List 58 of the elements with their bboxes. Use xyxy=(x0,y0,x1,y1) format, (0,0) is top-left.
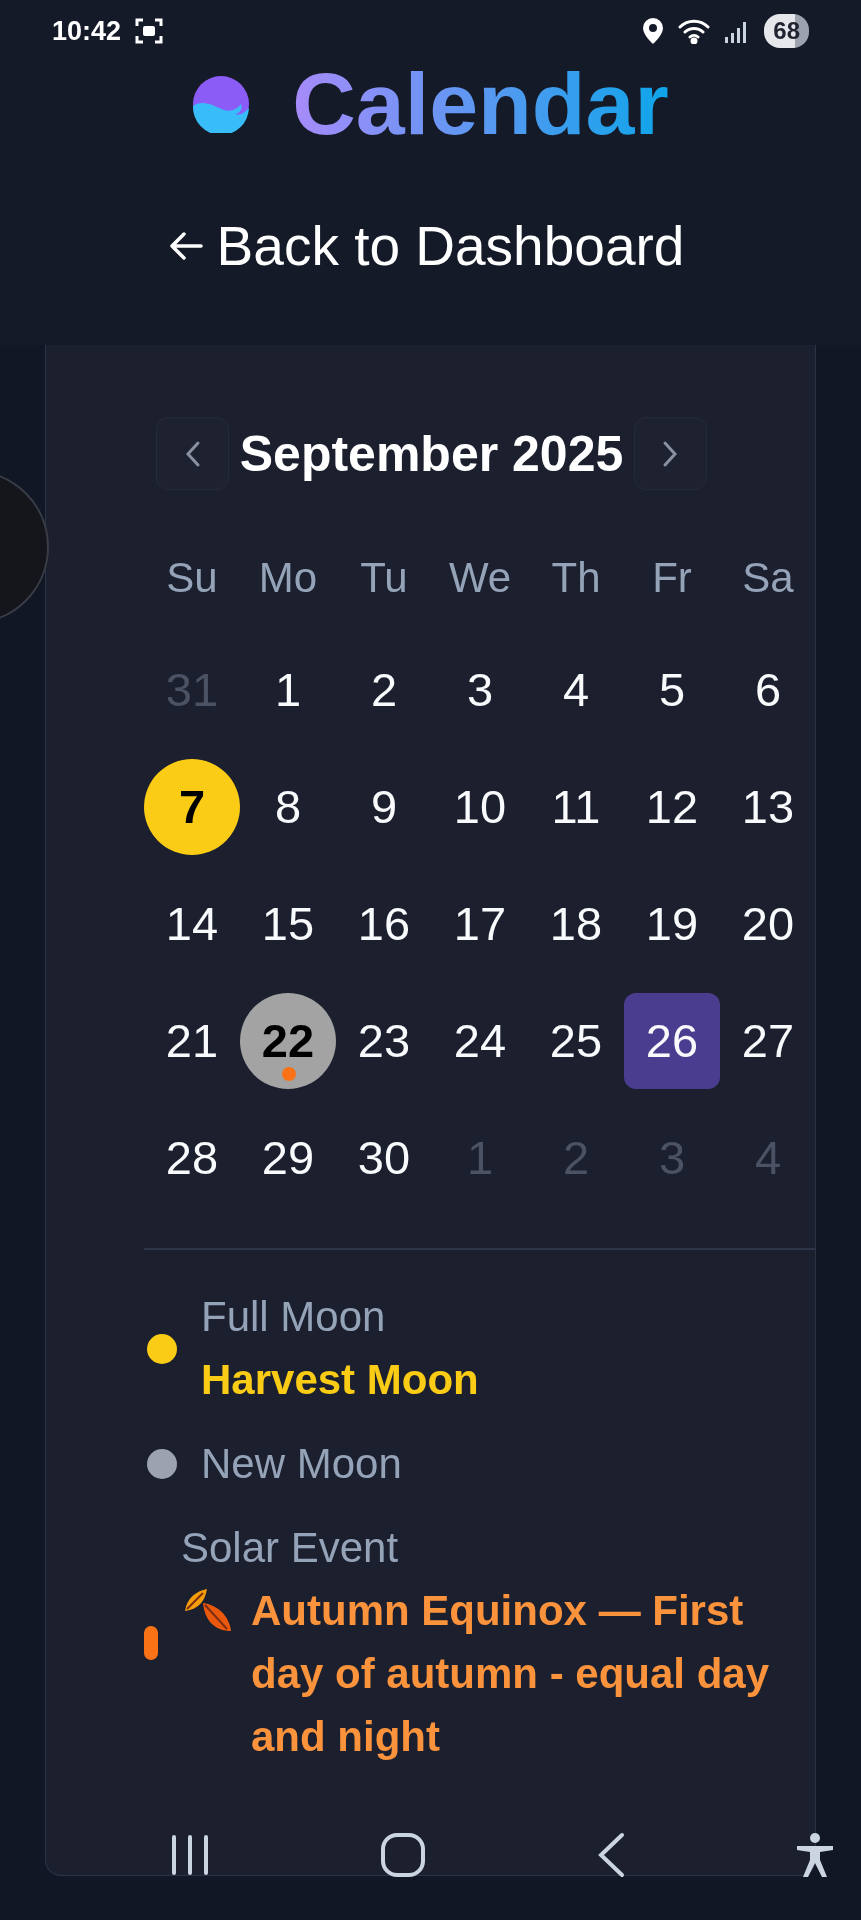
day-cell[interactable]: 13 xyxy=(720,758,816,855)
wifi-icon xyxy=(678,18,711,44)
home-icon[interactable] xyxy=(380,1832,427,1878)
day-cell[interactable]: 9 xyxy=(336,758,432,855)
back-link[interactable]: Back to Dashboard xyxy=(168,216,685,276)
weekday-label: Sa xyxy=(742,554,794,602)
chevron-right-icon xyxy=(662,439,679,468)
arrow-left-icon xyxy=(168,231,203,261)
weekday-label: We xyxy=(448,554,512,602)
day-cell[interactable]: 20 xyxy=(720,875,816,972)
day-cell[interactable]: 15 xyxy=(240,875,336,972)
weekday-label: Th xyxy=(551,554,601,602)
day-cell[interactable]: 1 xyxy=(240,641,336,738)
event-dot xyxy=(282,1066,296,1081)
location-icon xyxy=(642,17,665,45)
legend-label: Solar Event xyxy=(181,1523,400,1573)
day-cell[interactable]: 19 xyxy=(624,875,720,972)
status-time: 10:42 xyxy=(52,15,122,47)
day-cell[interactable]: 8 xyxy=(240,758,336,855)
back-icon[interactable] xyxy=(596,1832,625,1878)
day-cell[interactable]: 5 xyxy=(624,641,720,738)
day-cell[interactable]: 24 xyxy=(432,992,528,1089)
weekday-label: Su xyxy=(166,554,218,602)
weekday-label: Mo xyxy=(258,554,318,602)
day-cell[interactable]: 18 xyxy=(528,875,624,972)
day-cell[interactable]: 22 xyxy=(240,992,336,1089)
accessibility-icon[interactable] xyxy=(795,1832,835,1878)
day-cell[interactable]: 21 xyxy=(144,992,240,1089)
day-cell[interactable]: 28 xyxy=(144,1109,240,1206)
event-description: Autumn Equinox — First day of autumn - equal day and night xyxy=(251,1586,771,1762)
day-cell[interactable]: 23 xyxy=(336,992,432,1089)
day-cell[interactable]: 11 xyxy=(528,758,624,855)
day-cell[interactable]: 4 xyxy=(528,641,624,738)
day-cell[interactable]: 25 xyxy=(528,992,624,1089)
recent-apps-icon[interactable] xyxy=(170,1834,210,1876)
screenshot-icon xyxy=(135,17,164,45)
day-cell[interactable]: 16 xyxy=(336,875,432,972)
day-cell[interactable]: 7 xyxy=(144,758,240,855)
month-title: September 2025 xyxy=(239,424,624,483)
day-cell[interactable]: 17 xyxy=(432,875,528,972)
day-cell[interactable]: 26 xyxy=(624,992,720,1089)
battery-level: 68 xyxy=(764,14,809,48)
legend-label: Full Moon xyxy=(201,1292,387,1342)
wave-logo-icon xyxy=(192,75,251,133)
day-cell[interactable]: 3 xyxy=(432,641,528,738)
day-cell[interactable]: 27 xyxy=(720,992,816,1089)
weekday-label: Fr xyxy=(652,554,692,602)
chevron-left-icon xyxy=(184,439,201,468)
day-cell[interactable]: 29 xyxy=(240,1109,336,1206)
day-cell[interactable]: 6 xyxy=(720,641,816,738)
day-cell[interactable]: 14 xyxy=(144,875,240,972)
event-name: Harvest Moon xyxy=(201,1355,479,1405)
day-cell[interactable]: 30 xyxy=(336,1109,432,1206)
legend-label: New Moon xyxy=(201,1439,402,1489)
day-cell[interactable]: 10 xyxy=(432,758,528,855)
weekday-label: Tu xyxy=(360,554,408,602)
day-cell[interactable]: 2 xyxy=(336,641,432,738)
day-cell[interactable]: 12 xyxy=(624,758,720,855)
